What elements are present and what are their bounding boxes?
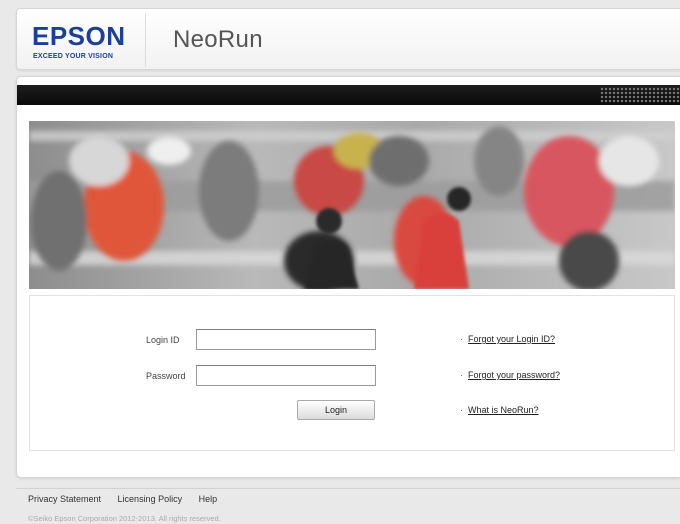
copyright-text: ©Seiko Epson Corporation 2012-2013. All … <box>28 514 221 523</box>
bullet-icon: · <box>460 405 463 415</box>
forgot-password-link[interactable]: Forgot your password? <box>468 370 560 380</box>
decorative-top-bar <box>17 85 680 105</box>
hero-image-runners <box>29 121 675 289</box>
bullet-icon: · <box>460 370 463 380</box>
app-title: NeoRun <box>173 26 263 53</box>
footer-divider <box>16 488 680 489</box>
main-panel: Login ID Password Login · Forgot your Log… <box>16 76 680 478</box>
forgot-password-row: · Forgot your password? <box>460 370 560 380</box>
help-link[interactable]: Help <box>199 494 218 504</box>
forgot-login-id-row: · Forgot your Login ID? <box>460 334 555 344</box>
licensing-policy-link[interactable]: Licensing Policy <box>118 494 183 504</box>
dot-pattern <box>600 87 680 103</box>
bullet-icon: · <box>460 334 463 344</box>
password-label: Password <box>146 371 186 381</box>
login-id-input[interactable] <box>196 329 376 350</box>
privacy-statement-link[interactable]: Privacy Statement <box>28 494 101 504</box>
forgot-login-id-link[interactable]: Forgot your Login ID? <box>468 334 555 344</box>
what-is-row: · What is NeoRun? <box>460 405 539 415</box>
logo-tagline: EXCEED YOUR VISION <box>33 53 114 60</box>
site-header: EPSON EXCEED YOUR VISION NeoRun <box>16 8 680 70</box>
what-is-neorun-link[interactable]: What is NeoRun? <box>468 405 539 415</box>
logo-wordmark: EPSON <box>32 21 126 51</box>
header-divider <box>145 13 146 67</box>
login-form: Login ID Password Login · Forgot your Log… <box>29 295 675 451</box>
login-button[interactable]: Login <box>297 400 375 420</box>
login-id-label: Login ID <box>146 335 180 345</box>
epson-logo[interactable]: EPSON EXCEED YOUR VISION <box>32 23 144 63</box>
password-input[interactable] <box>196 365 376 386</box>
footer-nav: Privacy Statement Licensing Policy Help <box>28 494 231 504</box>
